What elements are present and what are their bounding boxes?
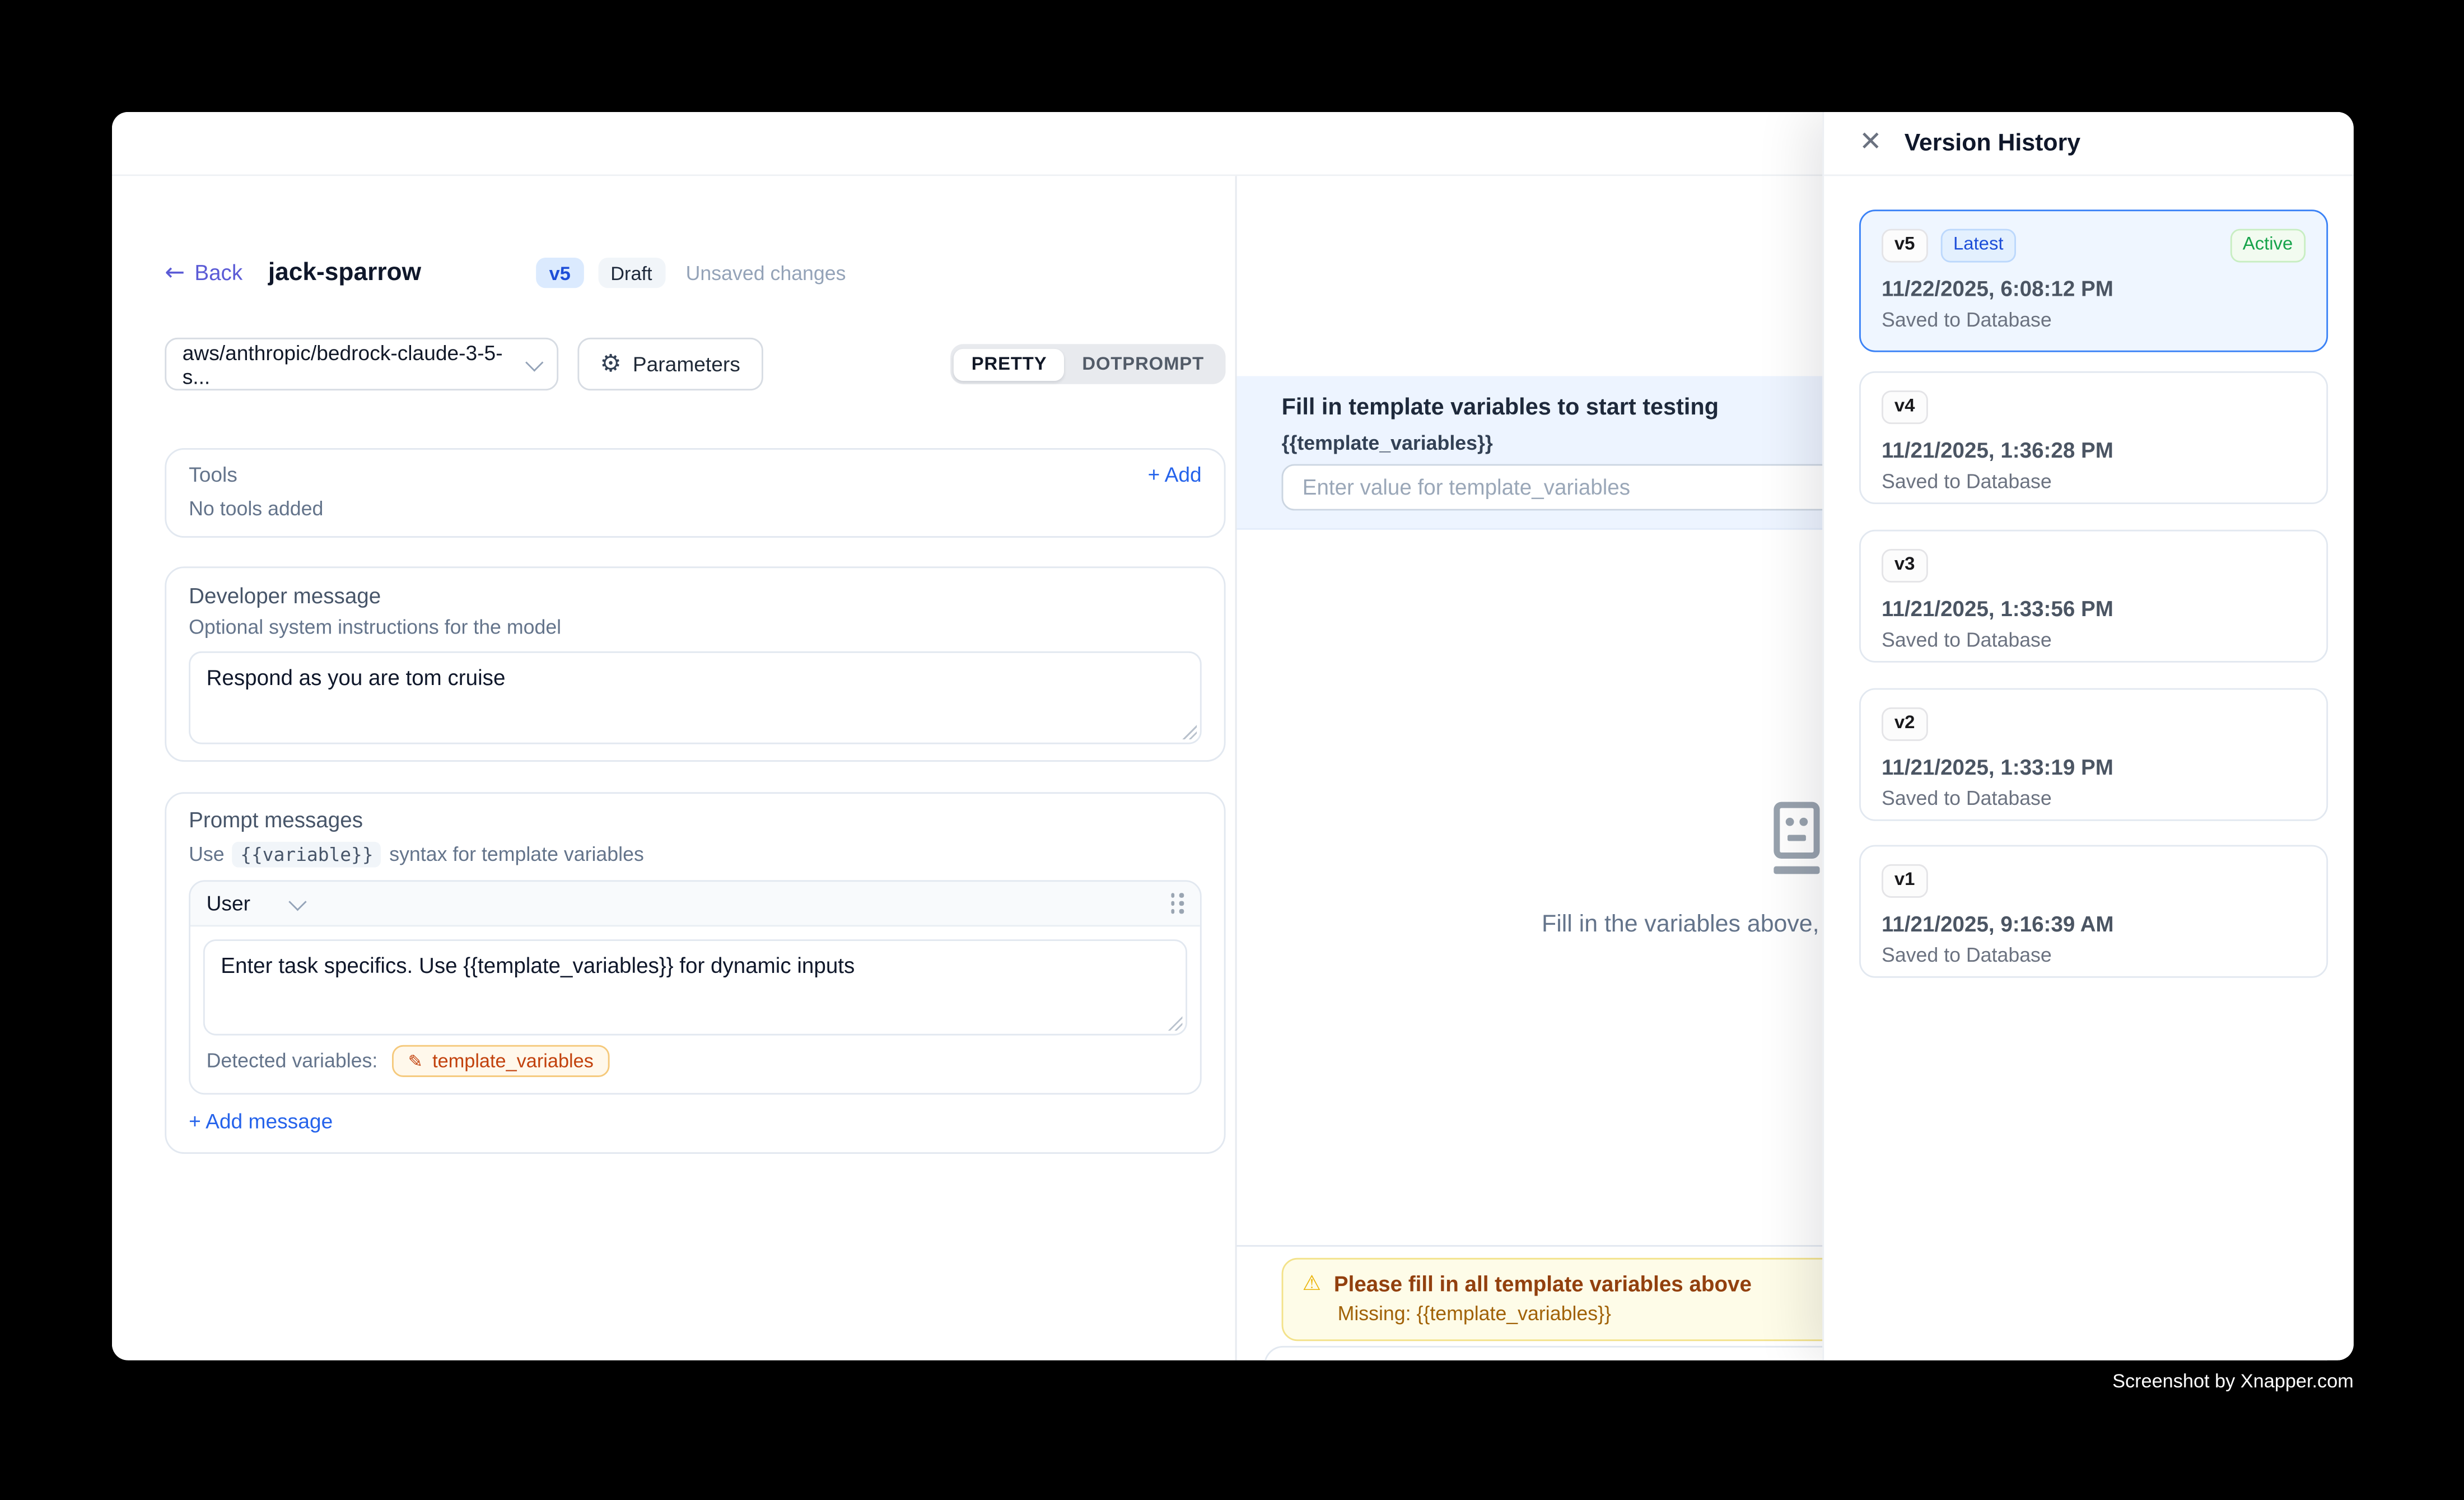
template-hint: Use {{variable}} syntax for template var… — [189, 842, 1202, 868]
toggle-option-pretty[interactable]: PRETTY — [954, 348, 1065, 380]
stage: ← Back jack-sparrow v5 Draft Unsaved cha… — [0, 0, 2464, 1500]
unsaved-changes-text: Unsaved changes — [686, 262, 846, 285]
prompt-messages-card: Prompt messages Use {{variable}} syntax … — [165, 792, 1225, 1154]
prompt-messages-title: Prompt messages — [189, 808, 1202, 832]
app-window: ← Back jack-sparrow v5 Draft Unsaved cha… — [112, 112, 2354, 1361]
breadcrumb-row: ← Back jack-sparrow v5 Draft Unsaved cha… — [165, 258, 846, 288]
detected-variable-chip[interactable]: ✎ template_variables — [392, 1045, 609, 1077]
warning-title-text: Please fill in all template variables ab… — [1334, 1272, 1752, 1296]
version-status: Saved to Database — [1882, 470, 2306, 492]
add-tool-button[interactable]: + Add — [1148, 463, 1202, 487]
version-timestamp: 11/21/2025, 1:33:56 PM — [1882, 597, 2306, 621]
version-badge: v5 — [536, 258, 584, 288]
message-block: User Enter task specifics. Use {{templat… — [189, 880, 1202, 1094]
model-select[interactable]: aws/anthropic/bedrock-claude-3-5-s... — [165, 338, 558, 390]
version-number-badge: v3 — [1882, 549, 1928, 582]
latest-badge: Latest — [1940, 229, 2016, 262]
back-arrow-icon: ← — [165, 261, 185, 285]
version-status: Saved to Database — [1882, 628, 2306, 651]
editor-cards: Tools + Add No tools added Developer mes… — [165, 448, 1225, 1154]
role-select-value: User — [207, 891, 250, 915]
model-toolbar: aws/anthropic/bedrock-claude-3-5-s... ⚙ … — [165, 338, 1225, 390]
role-select[interactable]: User — [207, 891, 305, 915]
version-status: Saved to Database — [1882, 787, 2306, 809]
version-status: Saved to Database — [1882, 944, 2306, 966]
close-icon[interactable]: ✕ — [1859, 129, 1882, 157]
toggle-option-dotprompt[interactable]: DOTPROMPT — [1065, 348, 1221, 380]
detected-variables-label: Detected variables: — [207, 1050, 378, 1072]
hint-prefix: Use — [189, 844, 225, 866]
version-card-v3[interactable]: v3 11/21/2025, 1:33:56 PM Saved to Datab… — [1859, 530, 2328, 663]
version-card-v2[interactable]: v2 11/21/2025, 1:33:19 PM Saved to Datab… — [1859, 688, 2328, 821]
variable-syntax-chip: {{variable}} — [232, 842, 381, 868]
version-timestamp: 11/22/2025, 6:08:12 PM — [1882, 277, 2306, 301]
developer-message-subtitle: Optional system instructions for the mod… — [189, 618, 1202, 639]
format-toggle: PRETTY DOTPROMPT — [950, 344, 1225, 384]
page-title: jack-sparrow — [268, 259, 421, 287]
version-timestamp: 11/21/2025, 9:16:39 AM — [1882, 912, 2306, 936]
drag-handle-icon[interactable] — [1170, 893, 1184, 914]
back-label: Back — [194, 261, 242, 285]
version-timestamp: 11/21/2025, 1:33:19 PM — [1882, 755, 2306, 779]
watermark-text: Screenshot by Xnapper.com — [0, 1370, 2354, 1392]
chevron-down-icon — [290, 892, 307, 910]
developer-message-input[interactable]: Respond as you are tom cruise — [189, 651, 1202, 744]
message-body: Enter task specifics. Use {{template_var… — [190, 926, 1200, 1093]
back-button[interactable]: ← Back — [165, 261, 242, 285]
parameters-button[interactable]: ⚙ Parameters — [577, 338, 762, 390]
version-number-badge: v4 — [1882, 390, 1928, 423]
version-status: Saved to Database — [1882, 309, 2306, 331]
active-badge: Active — [2230, 229, 2306, 262]
prompt-editor-pane: ← Back jack-sparrow v5 Draft Unsaved cha… — [112, 176, 1235, 1360]
version-card-v1[interactable]: v1 11/21/2025, 9:16:39 AM Saved to Datab… — [1859, 845, 2328, 978]
version-card-v4[interactable]: v4 11/21/2025, 1:36:28 PM Saved to Datab… — [1859, 371, 2328, 504]
message-content-input[interactable]: Enter task specifics. Use {{template_var… — [203, 939, 1187, 1035]
version-card-v5[interactable]: v5 Latest Active 11/22/2025, 6:08:12 PM … — [1859, 209, 2328, 352]
pencil-icon: ✎ — [408, 1052, 423, 1070]
detected-variable-name: template_variables — [432, 1050, 594, 1072]
version-number-badge: v1 — [1882, 864, 1928, 897]
version-number-badge: v2 — [1882, 707, 1928, 740]
version-number-badge: v5 — [1882, 229, 1928, 262]
tools-title: Tools — [189, 463, 237, 487]
detected-variables-row: Detected variables: ✎ template_variables — [207, 1045, 1184, 1077]
gear-icon: ⚙ — [600, 352, 621, 376]
model-select-value: aws/anthropic/bedrock-claude-3-5-s... — [183, 340, 528, 388]
add-message-button[interactable]: + Add message — [189, 1109, 333, 1133]
version-history-panel: ✕ Version History v5 Latest Active 11/22… — [1822, 112, 2354, 1361]
hint-suffix: syntax for template variables — [389, 844, 644, 866]
chevron-down-icon — [525, 353, 543, 371]
warning-icon: ⚠ — [1303, 1274, 1321, 1294]
version-history-title: Version History — [1905, 129, 2080, 157]
draft-badge: Draft — [598, 258, 665, 288]
tools-card: Tools + Add No tools added — [165, 448, 1225, 538]
tools-empty-text: No tools added — [189, 498, 1202, 520]
message-header: User — [190, 882, 1200, 926]
parameters-label: Parameters — [633, 352, 740, 376]
version-history-header: ✕ Version History — [1824, 112, 2354, 176]
version-timestamp: 11/21/2025, 1:36:28 PM — [1882, 438, 2306, 462]
developer-message-title: Developer message — [189, 584, 1202, 608]
robot-icon — [1758, 800, 1832, 884]
developer-message-card: Developer message Optional system instru… — [165, 566, 1225, 762]
